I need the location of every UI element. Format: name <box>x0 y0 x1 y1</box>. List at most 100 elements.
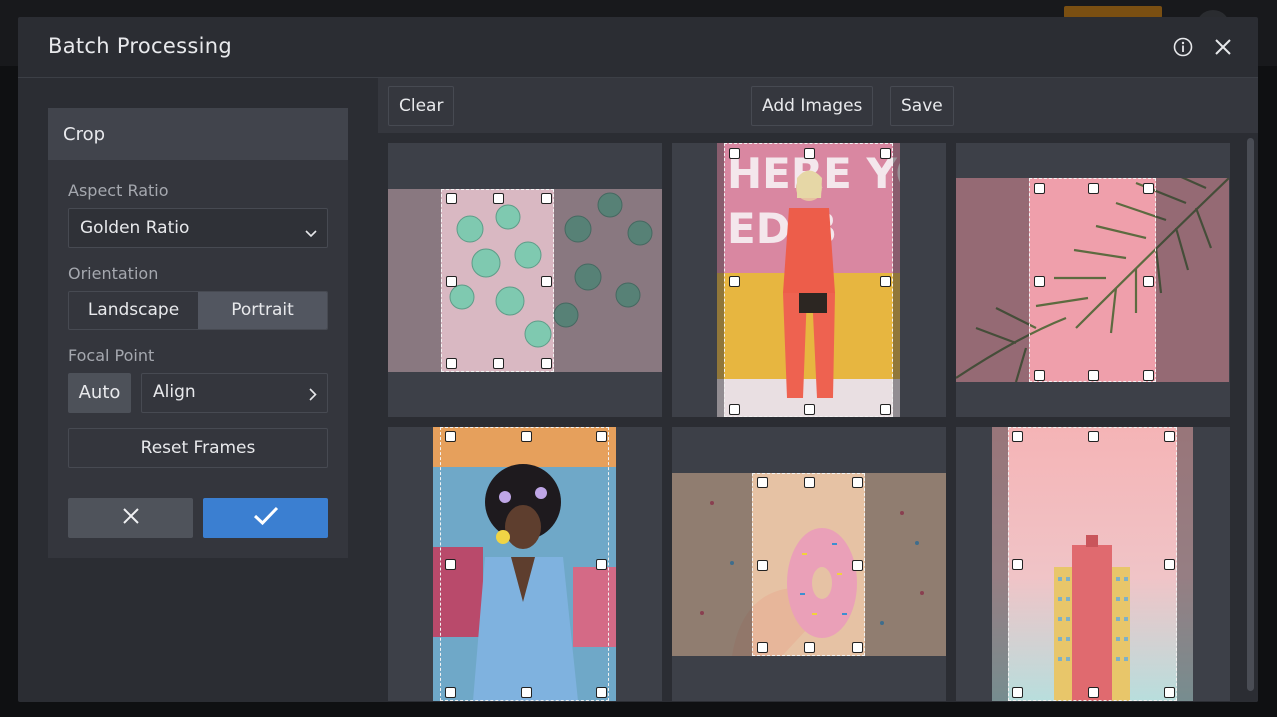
close-icon <box>122 507 140 529</box>
crop-handle[interactable] <box>1087 369 1099 381</box>
crop-frame[interactable] <box>440 427 609 701</box>
batch-processing-dialog: Batch Processing Crop Aspect Ratio Golde… <box>18 17 1258 702</box>
photo-mask <box>865 473 946 656</box>
image-tile[interactable] <box>388 427 662 701</box>
crop-handle[interactable] <box>1087 430 1099 442</box>
crop-handle[interactable] <box>1011 558 1023 570</box>
crop-handle[interactable] <box>445 275 457 287</box>
crop-handle[interactable] <box>492 192 504 204</box>
orientation-landscape-option[interactable]: Landscape <box>69 292 198 329</box>
crop-handle[interactable] <box>756 641 768 653</box>
check-icon <box>253 506 279 530</box>
dialog-title: Batch Processing <box>48 34 232 58</box>
focal-point-label: Focal Point <box>68 346 155 365</box>
photo-mask <box>1177 427 1193 701</box>
photo-mask <box>554 189 662 372</box>
crop-handle[interactable] <box>540 275 552 287</box>
crop-handle[interactable] <box>728 147 740 159</box>
crop-handle[interactable] <box>1011 430 1023 442</box>
aspect-ratio-select[interactable]: Golden Ratio <box>68 208 328 248</box>
crop-panel-title: Crop <box>48 108 348 160</box>
clear-button[interactable]: Clear <box>388 86 455 126</box>
crop-handle[interactable] <box>444 558 456 570</box>
orientation-portrait-option[interactable]: Portrait <box>198 292 327 329</box>
aspect-ratio-value: Golden Ratio <box>80 218 190 238</box>
crop-handle[interactable] <box>1033 275 1045 287</box>
save-button[interactable]: Save <box>890 86 954 126</box>
crop-frame[interactable] <box>1008 427 1177 701</box>
crop-handle[interactable] <box>1087 182 1099 194</box>
align-label: Align <box>153 382 196 402</box>
crop-handle[interactable] <box>803 403 815 415</box>
crop-handle[interactable] <box>851 641 863 653</box>
crop-handle[interactable] <box>1011 686 1023 698</box>
dialog-header: Batch Processing <box>18 17 1258 78</box>
crop-handle[interactable] <box>728 275 740 287</box>
image-grid: HERE YO ED B <box>388 143 1238 702</box>
crop-handle[interactable] <box>1163 558 1175 570</box>
crop-handle[interactable] <box>1163 430 1175 442</box>
crop-handle[interactable] <box>803 147 815 159</box>
crop-handle[interactable] <box>756 559 768 571</box>
crop-handle[interactable] <box>520 686 532 698</box>
photo-mask <box>388 189 441 372</box>
crop-handle[interactable] <box>1142 275 1154 287</box>
photo-mask <box>1156 178 1229 382</box>
crop-frame[interactable] <box>752 473 865 656</box>
image-tile[interactable] <box>672 427 946 701</box>
crop-frame[interactable] <box>724 143 893 417</box>
crop-handle[interactable] <box>540 192 552 204</box>
crop-handle[interactable] <box>851 476 863 488</box>
crop-handle[interactable] <box>445 357 457 369</box>
photo-mask <box>893 143 900 417</box>
crop-handle[interactable] <box>1033 369 1045 381</box>
photo-mask <box>672 473 752 656</box>
crop-handle[interactable] <box>851 559 863 571</box>
image-tile[interactable]: HERE YO ED B <box>672 143 946 417</box>
focal-auto-button[interactable]: Auto <box>68 373 131 413</box>
orientation-toggle: Landscape Portrait <box>68 291 328 330</box>
photo-mask <box>956 178 1029 382</box>
info-icon[interactable] <box>1171 35 1195 59</box>
photo-mask <box>717 143 724 417</box>
crop-handle[interactable] <box>1142 182 1154 194</box>
crop-handle[interactable] <box>492 357 504 369</box>
workspace-toolbar: Clear Add Images Save <box>378 78 1258 133</box>
crop-handle[interactable] <box>879 275 891 287</box>
crop-settings-panel: Crop Aspect Ratio Golden Ratio Orientati… <box>48 108 348 558</box>
add-images-button[interactable]: Add Images <box>751 86 874 126</box>
chevron-down-icon <box>305 223 317 243</box>
crop-handle[interactable] <box>595 430 607 442</box>
image-workspace: Clear Add Images Save HERE Y ED B <box>378 78 1258 702</box>
crop-frame[interactable] <box>1029 178 1156 382</box>
crop-handle[interactable] <box>803 641 815 653</box>
crop-handle[interactable] <box>879 147 891 159</box>
crop-frame[interactable] <box>441 189 554 372</box>
image-tile[interactable] <box>956 143 1230 417</box>
image-tile[interactable] <box>388 143 662 417</box>
crop-handle[interactable] <box>728 403 740 415</box>
crop-handle[interactable] <box>756 476 768 488</box>
crop-handle[interactable] <box>595 686 607 698</box>
crop-handle[interactable] <box>444 686 456 698</box>
aspect-ratio-label: Aspect Ratio <box>68 181 169 200</box>
crop-handle[interactable] <box>445 192 457 204</box>
crop-handle[interactable] <box>879 403 891 415</box>
crop-handle[interactable] <box>803 476 815 488</box>
crop-handle[interactable] <box>595 558 607 570</box>
focal-align-button[interactable]: Align <box>141 373 328 413</box>
crop-handle[interactable] <box>540 357 552 369</box>
crop-handle[interactable] <box>444 430 456 442</box>
chevron-right-icon <box>309 386 317 406</box>
crop-handle[interactable] <box>1033 182 1045 194</box>
image-tile[interactable] <box>956 427 1230 701</box>
reset-frames-button[interactable]: Reset Frames <box>68 428 328 468</box>
confirm-button[interactable] <box>203 498 328 538</box>
cancel-button[interactable] <box>68 498 193 538</box>
crop-handle[interactable] <box>1163 686 1175 698</box>
close-icon[interactable] <box>1211 35 1235 59</box>
crop-handle[interactable] <box>1087 686 1099 698</box>
crop-handle[interactable] <box>1142 369 1154 381</box>
crop-handle[interactable] <box>520 430 532 442</box>
grid-scrollbar[interactable] <box>1247 138 1254 691</box>
